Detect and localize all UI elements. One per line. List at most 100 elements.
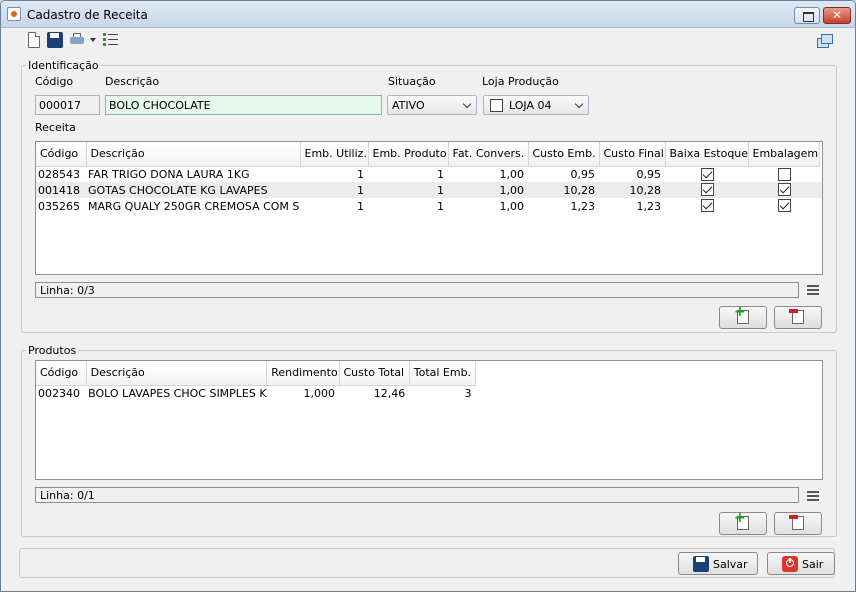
produtos-status-bar: Linha: 0/1: [35, 487, 799, 503]
baixa-estoque-checkbox[interactable]: [700, 183, 714, 196]
produtos-table[interactable]: Código Descrição Rendimento Custo Total …: [35, 360, 823, 480]
cell-embalagem: [748, 182, 819, 198]
cell-custo-emb: 0,95: [570, 167, 596, 181]
chevron-down-icon: [575, 101, 585, 109]
cell-codigo: 001418: [36, 182, 86, 198]
cell-total-emb: 3: [464, 386, 472, 400]
table-row[interactable]: 001418 GOTAS CHOCOLATE KG LAVAPES 1 1 1,…: [36, 182, 822, 198]
cell-baixa-estoque: [665, 182, 748, 198]
row-filler: [819, 198, 822, 214]
loja-checkbox[interactable]: [490, 99, 503, 112]
col-header-fat-convers[interactable]: Fat. Convers.: [448, 142, 529, 167]
remove-document-icon: [789, 515, 804, 530]
row-filler: [819, 166, 822, 182]
receita-table[interactable]: Código Descrição Emb. Utiliz. Emb. Produ…: [35, 141, 823, 275]
col-header-total-emb[interactable]: Total Emb.: [409, 361, 477, 386]
restore-button[interactable]: [794, 7, 820, 24]
cell-emb-produto: 1: [368, 182, 448, 198]
save-icon[interactable]: [47, 32, 63, 48]
print-dropdown-arrow-icon[interactable]: [90, 38, 96, 42]
col-header-rendimento[interactable]: Rendimento: [266, 361, 340, 386]
cell-embalagem: [748, 166, 819, 182]
col-header-codigo[interactable]: Código: [36, 142, 87, 167]
baixa-estoque-checkbox[interactable]: [700, 199, 714, 212]
cell-descricao: GOTAS CHOCOLATE KG LAVAPES: [86, 182, 300, 198]
embalagem-checkbox[interactable]: [777, 199, 791, 212]
produtos-header-row: Código Descrição Rendimento Custo Total …: [36, 361, 477, 386]
cell-baixa-estoque: [665, 198, 748, 214]
col-header-custo-total[interactable]: Custo Total: [339, 361, 410, 386]
col-header-emb-utiliz[interactable]: Emb. Utiliz.: [300, 142, 369, 167]
cell-emb-produto: 1: [437, 167, 444, 181]
main-window: Cadastro de Receita Identificação Código…: [0, 0, 856, 592]
cell-custo-final: 10,28: [599, 182, 665, 198]
cascade-windows-icon[interactable]: [817, 34, 833, 50]
add-produto-button[interactable]: [719, 510, 767, 535]
remove-receita-item-button[interactable]: [774, 306, 822, 329]
receita-label: Receita: [35, 121, 76, 134]
cell-codigo: 035265: [38, 199, 80, 213]
cell-descricao: FAR TRIGO DONA LAURA 1KG: [88, 167, 250, 181]
cell-embalagem: [748, 198, 819, 214]
descricao-field[interactable]: BOLO CHOCOLATE: [105, 95, 382, 115]
situacao-value: ATIVO: [392, 99, 425, 112]
col-header-embalagem[interactable]: Embalagem: [748, 142, 820, 167]
loja-producao-label: Loja Produção: [482, 75, 559, 88]
col-header-descricao[interactable]: Descrição: [86, 142, 301, 167]
remove-produto-button[interactable]: [774, 512, 822, 535]
cell-codigo: 002340: [38, 386, 80, 400]
identificacao-legend: Identificação: [26, 59, 101, 72]
baixa-estoque-checkbox[interactable]: [700, 167, 714, 181]
column-menu-icon[interactable]: [807, 491, 819, 501]
cell-emb-utiliz: 1: [357, 167, 364, 181]
cell-descricao: BOLO LAVAPES CHOC SIMPLES KG: [88, 386, 267, 400]
codigo-field[interactable]: 000017: [35, 95, 100, 115]
exit-icon: [782, 556, 798, 572]
col-header-custo-final[interactable]: Custo Final: [599, 142, 666, 167]
sair-label: Sair: [802, 558, 824, 571]
cell-emb-utiliz: 1: [300, 182, 368, 198]
java-app-icon: [7, 7, 21, 21]
col-header-custo-emb[interactable]: Custo Emb.: [528, 142, 600, 167]
situacao-select[interactable]: ATIVO: [387, 95, 477, 115]
receita-status-bar: Linha: 0/3: [35, 282, 799, 298]
col-header-baixa-estoque[interactable]: Baixa Estoque: [665, 142, 749, 167]
window-title: Cadastro de Receita: [27, 8, 148, 22]
cell-descricao: MARG QUALY 250GR CREMOSA COM SAL: [88, 199, 300, 213]
codigo-label: Código: [35, 75, 74, 88]
cell-custo-emb: 10,28: [528, 182, 599, 198]
cell-codigo: 028543: [38, 167, 80, 181]
loja-producao-select[interactable]: LOJA 04: [483, 95, 589, 115]
column-menu-icon[interactable]: [807, 285, 819, 295]
cell-fat-convers: 1,00: [499, 167, 525, 181]
list-icon[interactable]: [103, 32, 119, 48]
cell-rendimento: 1,000: [303, 386, 336, 400]
cell-custo-final: 1,23: [636, 199, 662, 213]
cell-emb-produto: 1: [437, 199, 444, 213]
embalagem-checkbox[interactable]: [777, 167, 791, 181]
embalagem-checkbox[interactable]: [777, 183, 791, 196]
produtos-legend: Produtos: [26, 344, 79, 357]
table-row[interactable]: 028543 FAR TRIGO DONA LAURA 1KG 1 1 1,00…: [36, 166, 822, 182]
salvar-label: Salvar: [713, 558, 748, 571]
row-filler: [819, 182, 822, 198]
close-button[interactable]: [823, 7, 851, 24]
sair-button[interactable]: Sair: [767, 552, 835, 575]
col-header-descricao[interactable]: Descrição: [86, 361, 268, 386]
table-row[interactable]: 002340 BOLO LAVAPES CHOC SIMPLES KG 1,00…: [36, 385, 476, 401]
receita-header-row: Código Descrição Emb. Utiliz. Emb. Produ…: [36, 142, 822, 167]
cell-fat-convers: 1,00: [499, 199, 525, 213]
salvar-button[interactable]: Salvar: [678, 552, 758, 575]
add-receita-item-button[interactable]: [719, 304, 767, 329]
add-document-icon: [734, 510, 749, 530]
print-icon[interactable]: [69, 32, 85, 48]
chevron-down-icon: [463, 101, 473, 109]
cell-emb-utiliz: 1: [357, 199, 364, 213]
table-row[interactable]: 035265 MARG QUALY 250GR CREMOSA COM SAL …: [36, 198, 822, 214]
col-header-codigo[interactable]: Código: [36, 361, 87, 386]
situacao-label: Situação: [388, 75, 436, 88]
new-document-icon[interactable]: [28, 32, 40, 48]
title-bar: Cadastro de Receita: [1, 1, 855, 28]
cell-custo-emb: 1,23: [570, 199, 596, 213]
col-header-emb-produto[interactable]: Emb. Produto: [368, 142, 449, 167]
